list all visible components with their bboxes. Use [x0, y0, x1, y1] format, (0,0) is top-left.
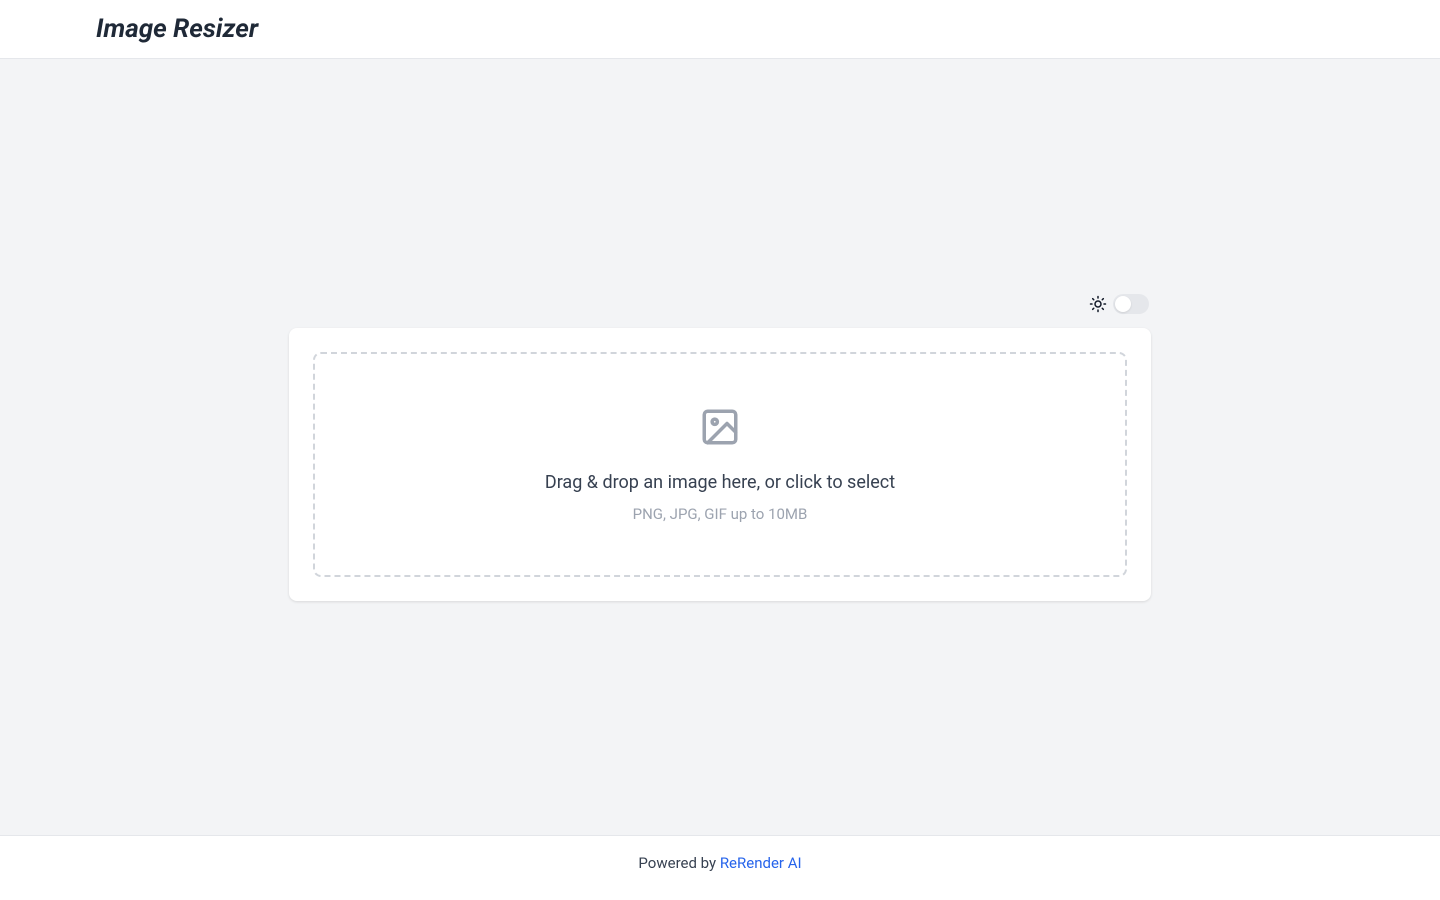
dropzone-primary-text: Drag & drop an image here, or click to s…	[545, 472, 895, 493]
dropzone-secondary-text: PNG, JPG, GIF up to 10MB	[633, 505, 808, 523]
app-title: Image Resizer	[96, 14, 1344, 44]
image-icon	[699, 406, 741, 448]
theme-toggle-row	[289, 294, 1151, 314]
footer-link[interactable]: ReRender AI	[720, 854, 802, 872]
footer: Powered by ReRender AI	[0, 835, 1440, 900]
sun-icon	[1089, 295, 1107, 313]
center-wrapper: Drag & drop an image here, or click to s…	[289, 294, 1151, 601]
upload-card: Drag & drop an image here, or click to s…	[289, 328, 1151, 601]
toggle-knob	[1115, 296, 1131, 312]
dropzone[interactable]: Drag & drop an image here, or click to s…	[313, 352, 1127, 577]
header: Image Resizer	[0, 0, 1440, 59]
theme-toggle[interactable]	[1113, 294, 1149, 314]
main-content: Drag & drop an image here, or click to s…	[0, 59, 1440, 835]
footer-prefix: Powered by	[638, 854, 719, 872]
footer-text: Powered by ReRender AI	[638, 854, 801, 872]
